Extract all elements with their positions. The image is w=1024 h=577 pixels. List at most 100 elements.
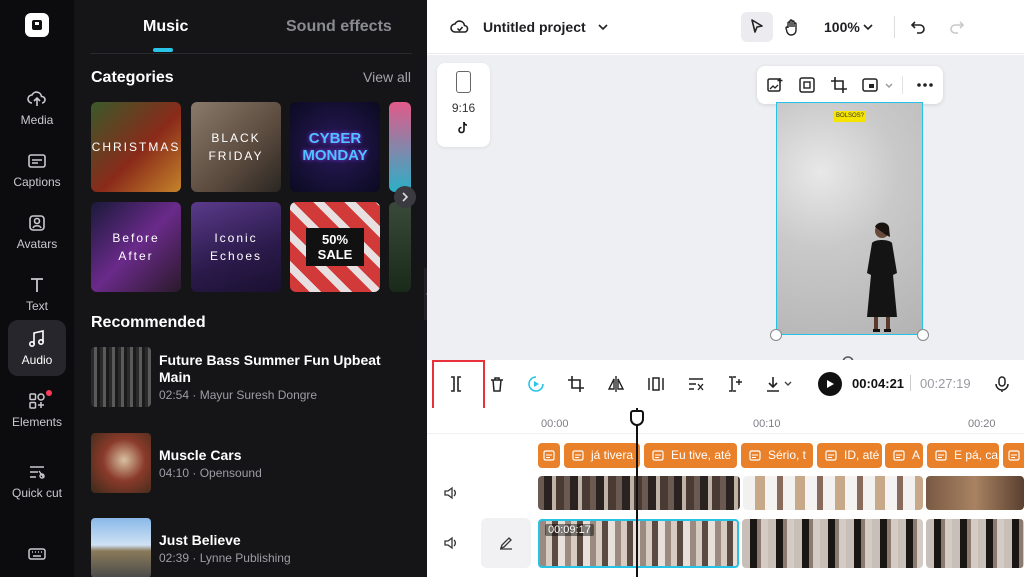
- overlay-video-clip[interactable]: [926, 476, 1024, 510]
- subtitle-clip[interactable]: A: [885, 443, 923, 468]
- overlay-video-clip[interactable]: [743, 476, 923, 510]
- category-black-friday[interactable]: BLACK FRIDAY: [191, 102, 281, 192]
- zoom-level[interactable]: 100%: [824, 19, 860, 35]
- speed-play-icon: [528, 376, 544, 392]
- cloud-save-icon[interactable]: [449, 16, 471, 38]
- subtitle-text: já tivera: [591, 448, 634, 462]
- category-label: Before After: [112, 231, 160, 263]
- time-ruler[interactable]: 00:00 00:10 00:20: [427, 408, 1024, 434]
- subtitle-clip[interactable]: já tivera: [564, 443, 640, 468]
- category-before-after[interactable]: Before After: [91, 202, 181, 292]
- divider: [902, 76, 903, 94]
- chevron-down-icon[interactable]: [596, 18, 610, 36]
- resize-handle[interactable]: [770, 329, 782, 341]
- ruler-tick: 00:10: [753, 418, 781, 430]
- overlay-video-clip[interactable]: [538, 476, 740, 510]
- download-button[interactable]: [762, 372, 798, 396]
- track-item[interactable]: Future Bass Summer Fun Upbeat Main 02:54…: [91, 347, 411, 409]
- background-button[interactable]: [860, 75, 880, 95]
- flip-button[interactable]: [604, 372, 628, 396]
- rail-item-text[interactable]: Text: [8, 266, 66, 322]
- fit-button[interactable]: [797, 75, 817, 95]
- category-label: BLACK FRIDAY: [208, 131, 264, 163]
- category-partial[interactable]: [389, 102, 411, 192]
- tab-sound-effects[interactable]: Sound effects: [286, 18, 392, 36]
- freeze-button[interactable]: [644, 372, 668, 396]
- hand-icon: [785, 19, 797, 36]
- rail-item-audio[interactable]: Audio: [8, 320, 66, 376]
- recommended-title: Recommended: [91, 314, 206, 331]
- rail-item-captions[interactable]: Captions: [8, 142, 66, 198]
- subtitle-text: E pá, ca: [954, 448, 999, 462]
- playhead[interactable]: [636, 408, 638, 577]
- more-options-button[interactable]: [913, 75, 937, 95]
- rail-item-media[interactable]: Media: [8, 80, 66, 136]
- crop-clip-button[interactable]: [564, 372, 588, 396]
- main-video-clip[interactable]: [926, 519, 1024, 568]
- project-name[interactable]: Untitled project: [483, 19, 586, 35]
- main-video-clip[interactable]: [742, 519, 923, 568]
- track-item[interactable]: Just Believe 02:39 · Lynne Publishing: [91, 518, 411, 577]
- playhead-handle[interactable]: [630, 410, 644, 426]
- smart-split-button[interactable]: [723, 372, 747, 396]
- category-50-sale[interactable]: 50% SALE: [290, 202, 380, 292]
- capcut-logo[interactable]: [25, 13, 49, 37]
- video-frame[interactable]: BOLSOS?: [776, 102, 923, 335]
- resize-handle[interactable]: [917, 329, 929, 341]
- subtitle-clip[interactable]: [538, 443, 560, 468]
- subtitle-clip[interactable]: [1003, 443, 1024, 468]
- category-label: 50% SALE: [306, 228, 364, 266]
- main-video-clip-selected[interactable]: 00:09:17: [538, 519, 739, 568]
- volume-icon[interactable]: [443, 485, 459, 501]
- smart-split-icon: [729, 376, 742, 392]
- background-chevron-icon[interactable]: [883, 78, 895, 92]
- edit-cover-button[interactable]: [481, 518, 531, 568]
- redo-button[interactable]: [945, 15, 969, 39]
- record-voice-button[interactable]: [990, 372, 1014, 396]
- track-thumbnail: [91, 433, 151, 493]
- image-replace-icon: [767, 78, 783, 92]
- canvas-toolbar: [757, 66, 943, 104]
- delete-button[interactable]: [485, 372, 509, 396]
- rail-item-elements[interactable]: Elements: [8, 382, 66, 438]
- chevron-down-icon: [598, 24, 608, 31]
- play-icon: [827, 380, 834, 388]
- timeline: 00:00 00:10 00:20 já tivera Eu tive, até…: [427, 408, 1024, 577]
- zoom-chevron-icon[interactable]: [861, 19, 875, 35]
- play-button[interactable]: [818, 372, 842, 396]
- categories-next-button[interactable]: [394, 186, 416, 208]
- view-all-link[interactable]: View all: [363, 69, 411, 85]
- aspect-ratio-selector[interactable]: 9:16: [437, 63, 490, 147]
- category-iconic-echoes[interactable]: Iconic Echoes: [191, 202, 281, 292]
- rail-label: Text: [25, 299, 48, 313]
- volume-icon[interactable]: [443, 535, 459, 551]
- undo-button[interactable]: [906, 15, 930, 39]
- track-title: Just Believe: [159, 532, 241, 548]
- speed-button[interactable]: [524, 372, 548, 396]
- keyboard-shortcuts-button[interactable]: [8, 536, 66, 576]
- chevron-right-icon: [402, 192, 409, 202]
- rail-label: Avatars: [16, 237, 58, 251]
- split-button[interactable]: [444, 372, 468, 396]
- portrait-ratio-icon: [456, 71, 471, 93]
- replace-media-button[interactable]: [765, 75, 785, 95]
- track-item[interactable]: Muscle Cars 04:10 · Opensound: [91, 433, 411, 495]
- subtitle-clip[interactable]: Eu tive, até: [644, 443, 737, 468]
- subtitle-clip[interactable]: E pá, ca: [927, 443, 999, 468]
- hand-tool-button[interactable]: [777, 12, 807, 42]
- subtitle-clip[interactable]: ID, até: [817, 443, 882, 468]
- tab-music[interactable]: Music: [143, 18, 188, 36]
- rail-item-avatars[interactable]: Avatars: [8, 204, 66, 260]
- subtitle-clip[interactable]: Sério, t: [741, 443, 813, 468]
- category-partial[interactable]: [389, 202, 411, 292]
- track-meta: 04:10 · Opensound: [159, 466, 262, 480]
- captions-icon: [28, 154, 46, 168]
- crop-button[interactable]: [829, 75, 849, 95]
- rail-item-quick-cut[interactable]: Quick cut: [8, 450, 66, 512]
- audio-tabs: Music Sound effects: [90, 0, 412, 54]
- auto-caption-button[interactable]: [684, 372, 708, 396]
- category-cyber-monday[interactable]: CYBER MONDAY: [290, 102, 380, 192]
- caption-icon: [543, 450, 555, 461]
- select-tool-button[interactable]: [741, 12, 773, 42]
- category-christmas[interactable]: CHRISTMAS: [91, 102, 181, 192]
